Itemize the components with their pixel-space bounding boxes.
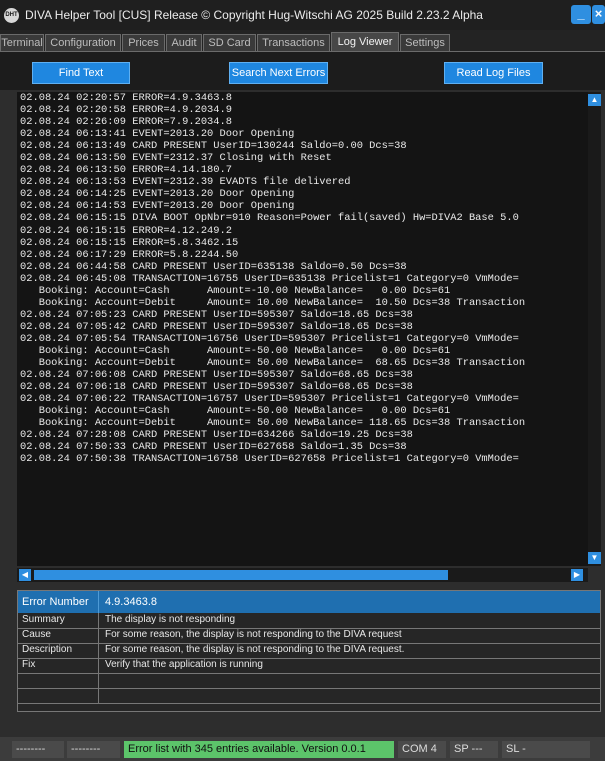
find-text-button[interactable]: Find Text [32, 62, 130, 84]
log-line: 02.08.24 02:26:09 ERROR=7.9.2034.8 [20, 116, 233, 129]
horizontal-scrollbar[interactable]: ◀ ▶ [17, 568, 588, 582]
log-line: 02.08.24 07:06:08 CARD PRESENT UserID=59… [20, 369, 413, 382]
log-line: 02.08.24 07:06:22 TRANSACTION=16757 User… [20, 393, 519, 406]
log-line: 02.08.24 06:15:15 ERROR=4.12.249.2 [20, 224, 233, 237]
tab-transactions[interactable]: Transactions [257, 34, 330, 51]
detail-row-empty[interactable] [18, 688, 600, 704]
detail-key: Fix [22, 659, 36, 670]
window-title: DIVA Helper Tool [CUS] Release © Copyrig… [25, 8, 483, 22]
detail-key: Summary [22, 614, 65, 625]
tab-bar: Terminal Configuration Prices Audit SD C… [0, 30, 605, 52]
log-line: Booking: Account=Debit Amount= 10.00 New… [20, 296, 526, 309]
error-detail-grid: Error Number 4.9.3463.8 Summary The disp… [17, 590, 601, 712]
log-line: 02.08.24 07:50:33 CARD PRESENT UserID=62… [20, 441, 407, 454]
status-segment-2: -------- [67, 741, 120, 758]
log-line: Booking: Account=Cash Amount=-50.00 NewB… [20, 344, 451, 357]
log-line: 02.08.24 06:15:15 DIVA BOOT OpNbr=910 Re… [20, 212, 519, 225]
tab-sd-card[interactable]: SD Card [203, 34, 256, 51]
log-line: 02.08.24 06:14:53 EVENT=2013.20 Door Ope… [20, 200, 295, 213]
status-message: Error list with 345 entries available. V… [124, 741, 394, 758]
status-bar: -------- -------- Error list with 345 en… [0, 737, 605, 761]
detail-key: Description [22, 644, 73, 655]
log-line: 02.08.24 06:15:15 ERROR=5.8.3462.15 [20, 236, 239, 249]
tab-audit[interactable]: Audit [166, 34, 202, 51]
scroll-left-icon[interactable]: ◀ [19, 569, 31, 581]
scroll-down-icon[interactable]: ▼ [588, 552, 601, 564]
log-line: 02.08.24 02:20:57 ERROR=4.9.3463.8 [20, 92, 233, 104]
log-line: 02.08.24 02:20:58 ERROR=4.9.2034.9 [20, 104, 233, 117]
log-line: 02.08.24 07:50:38 TRANSACTION=16758 User… [20, 453, 519, 466]
column-separator [98, 673, 99, 688]
horizontal-scroll-thumb[interactable] [34, 570, 448, 580]
error-number-row: Error Number 4.9.3463.8 [18, 591, 600, 613]
detail-row-fix[interactable]: Fix Verify that the application is runni… [18, 658, 600, 674]
column-separator [98, 688, 99, 703]
column-separator [98, 643, 99, 658]
log-line: 02.08.24 06:44:58 CARD PRESENT UserID=63… [20, 260, 407, 273]
detail-key: Cause [22, 629, 51, 640]
scroll-right-icon[interactable]: ▶ [571, 569, 583, 581]
detail-row-empty[interactable] [18, 673, 600, 689]
detail-row-description[interactable]: Description For some reason, the display… [18, 643, 600, 659]
read-log-files-button[interactable]: Read Log Files [444, 62, 543, 84]
detail-value: For some reason, the display is not resp… [105, 644, 405, 655]
log-line: 02.08.24 07:06:18 CARD PRESENT UserID=59… [20, 381, 413, 394]
detail-value: The display is not responding [105, 614, 236, 625]
title-bar[interactable]: DHT DIVA Helper Tool [CUS] Release © Cop… [0, 0, 605, 30]
column-separator [98, 628, 99, 643]
status-segment-1: -------- [12, 741, 64, 758]
log-line: Booking: Account=Cash Amount=-50.00 NewB… [20, 405, 451, 418]
error-number-value: 4.9.3463.8 [105, 596, 157, 608]
detail-value: For some reason, the display is not resp… [105, 629, 402, 640]
detail-value: Verify that the application is running [105, 659, 263, 670]
tab-terminal[interactable]: Terminal [0, 34, 44, 51]
sp-indicator: SP --- [450, 741, 498, 758]
sl-indicator: SL - [502, 741, 590, 758]
log-line: Booking: Account=Cash Amount=-10.00 NewB… [20, 284, 451, 297]
log-line: Booking: Account=Debit Amount= 50.00 New… [20, 417, 526, 430]
header-separator [98, 591, 99, 613]
log-line: 02.08.24 06:13:41 EVENT=2013.20 Door Ope… [20, 128, 295, 141]
app-window: DHT DIVA Helper Tool [CUS] Release © Cop… [0, 0, 605, 761]
detail-row-summary[interactable]: Summary The display is not responding [18, 613, 600, 629]
tab-prices[interactable]: Prices [122, 34, 165, 51]
app-logo-icon: DHT [4, 8, 19, 23]
log-line: 02.08.24 06:13:53 EVENT=2312.39 EVADTS f… [20, 176, 351, 189]
column-separator [98, 658, 99, 673]
log-line: 02.08.24 07:28:08 CARD PRESENT UserID=63… [20, 429, 413, 442]
log-line: 02.08.24 07:05:42 CARD PRESENT UserID=59… [20, 320, 413, 333]
detail-row-cause[interactable]: Cause For some reason, the display is no… [18, 628, 600, 644]
log-text-area[interactable]: 02.08.24 02:20:57 ERROR=4.9.3463.8 02.08.… [17, 92, 588, 566]
com-port-indicator: COM 4 [398, 741, 446, 758]
log-line: 02.08.24 07:05:23 CARD PRESENT UserID=59… [20, 308, 413, 321]
minimize-button[interactable]: _ [571, 5, 591, 24]
log-line: 02.08.24 06:13:50 EVENT=2312.37 Closing … [20, 152, 332, 165]
scroll-up-icon[interactable]: ▲ [588, 94, 601, 106]
search-next-errors-button[interactable]: Search Next Errors [229, 62, 328, 84]
close-button[interactable]: × [592, 5, 605, 24]
log-line: 02.08.24 06:45:08 TRANSACTION=16755 User… [20, 272, 519, 285]
log-line: 02.08.24 07:05:54 TRANSACTION=16756 User… [20, 332, 519, 345]
vertical-scrollbar[interactable]: ▲ ▼ [588, 92, 601, 566]
log-line: 02.08.24 06:13:49 CARD PRESENT UserID=13… [20, 140, 407, 153]
tab-settings[interactable]: Settings [400, 34, 450, 51]
tab-configuration[interactable]: Configuration [45, 34, 121, 51]
log-line: 02.08.24 06:14:25 EVENT=2013.20 Door Ope… [20, 188, 295, 201]
tab-log-viewer[interactable]: Log Viewer [331, 32, 399, 52]
column-separator [98, 613, 99, 628]
error-number-label: Error Number [22, 596, 89, 608]
log-line: 02.08.24 06:17:29 ERROR=5.8.2244.50 [20, 248, 239, 261]
log-line: Booking: Account=Debit Amount= 50.00 New… [20, 357, 526, 370]
log-line: 02.08.24 06:13:50 ERROR=4.14.180.7 [20, 164, 233, 177]
toolbar: Find Text Search Next Errors Read Log Fi… [0, 52, 605, 90]
